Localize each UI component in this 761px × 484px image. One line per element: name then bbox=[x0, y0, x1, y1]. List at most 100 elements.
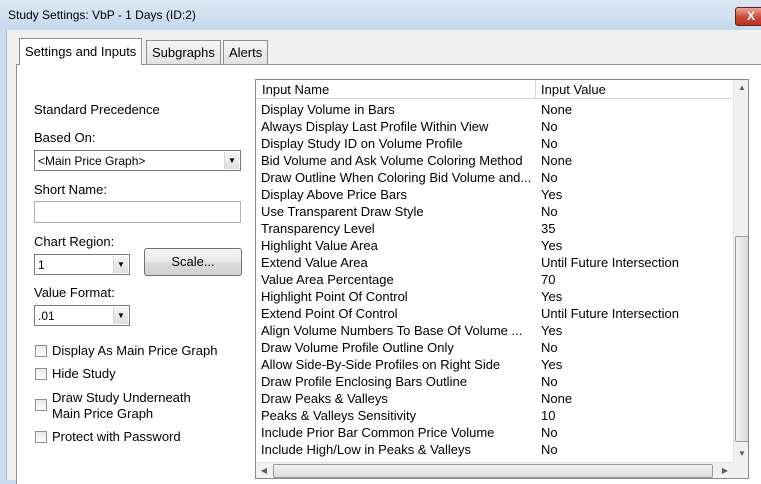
input-name: Transparency Level bbox=[261, 221, 375, 236]
table-row[interactable]: Allow Side-By-Side Profiles on Right Sid… bbox=[256, 356, 732, 373]
input-name: Use Transparent Draw Style bbox=[261, 204, 424, 219]
vertical-scrollbar[interactable]: ▲ ▼ bbox=[733, 80, 748, 462]
table-row[interactable]: Draw Profile Enclosing Bars Outline No bbox=[256, 373, 732, 390]
table-row[interactable]: Always Display Last Profile Within View N… bbox=[256, 118, 732, 135]
window-title: Study Settings: VbP - 1 Days (ID:2) bbox=[8, 8, 196, 22]
table-row[interactable]: Peaks & Valleys Sensitivity 10 bbox=[256, 407, 732, 424]
table-row[interactable]: Include Prior Bar Common Price Volume No bbox=[256, 424, 732, 441]
grid-header: Input Name Input Value bbox=[256, 80, 732, 99]
scroll-right-arrow-icon[interactable]: ▶ bbox=[717, 463, 733, 478]
scroll-left-arrow-icon[interactable]: ◀ bbox=[256, 463, 272, 478]
table-row[interactable]: Display Study ID on Volume Profile No bbox=[256, 135, 732, 152]
input-value[interactable]: No bbox=[541, 119, 558, 134]
table-row[interactable]: Include High/Low in Peaks & Valleys No bbox=[256, 441, 732, 458]
input-name: Allow Side-By-Side Profiles on Right Sid… bbox=[261, 357, 501, 372]
input-value[interactable]: No bbox=[541, 204, 558, 219]
draw-study-underneath-checkbox[interactable] bbox=[35, 399, 47, 411]
input-value[interactable]: None bbox=[541, 102, 572, 117]
tab-subgraphs[interactable]: Subgraphs bbox=[146, 40, 221, 64]
input-value[interactable]: None bbox=[541, 153, 572, 168]
input-value[interactable]: None bbox=[541, 391, 572, 406]
input-value[interactable]: No bbox=[541, 340, 558, 355]
input-name: Peaks & Valleys Sensitivity bbox=[261, 408, 417, 423]
input-name: Include High/Low in Peaks & Valleys bbox=[261, 442, 472, 457]
table-row[interactable]: Highlight Point Of Control Yes bbox=[256, 288, 732, 305]
horizontal-scrollbar[interactable]: ◀ ▶ bbox=[256, 462, 733, 478]
draw-study-underneath-label: Draw Study Underneath bbox=[52, 390, 191, 405]
table-row[interactable]: Draw Peaks & Valleys None bbox=[256, 390, 732, 407]
table-row[interactable]: Draw Outline When Coloring Bid Volume an… bbox=[256, 169, 732, 186]
input-value[interactable]: Until Future Intersection bbox=[541, 255, 679, 270]
horizontal-scroll-thumb[interactable] bbox=[273, 464, 713, 478]
hide-study-checkbox[interactable] bbox=[35, 368, 47, 380]
inputs-grid[interactable]: Input Name Input Value Display Volume in… bbox=[255, 79, 749, 479]
display-as-main-price-graph-label: Display As Main Price Graph bbox=[52, 343, 218, 358]
input-value[interactable]: Yes bbox=[541, 323, 562, 338]
input-value[interactable]: 35 bbox=[541, 221, 555, 236]
table-row[interactable]: Highlight Value Area Yes bbox=[256, 237, 732, 254]
input-value[interactable]: No bbox=[541, 442, 558, 457]
input-name: Extend Point Of Control bbox=[261, 306, 398, 321]
based-on-value: <Main Price Graph> bbox=[38, 154, 146, 168]
input-value[interactable]: Yes bbox=[541, 238, 562, 253]
value-format-value: .01 bbox=[38, 309, 55, 323]
short-name-input[interactable] bbox=[34, 201, 241, 223]
input-value[interactable]: 10 bbox=[541, 408, 555, 423]
vertical-scroll-thumb[interactable] bbox=[735, 236, 748, 442]
input-name: Display Above Price Bars bbox=[261, 187, 407, 202]
input-name: Extend Value Area bbox=[261, 255, 368, 270]
input-name: Always Display Last Profile Within View bbox=[261, 119, 489, 134]
scroll-up-arrow-icon[interactable]: ▲ bbox=[734, 80, 748, 96]
protect-with-password-checkbox[interactable] bbox=[35, 431, 47, 443]
based-on-select[interactable]: <Main Price Graph> ▼ bbox=[34, 150, 241, 171]
chevron-down-icon: ▼ bbox=[113, 256, 128, 273]
input-value[interactable]: 70 bbox=[541, 272, 555, 287]
title-bar: Study Settings: VbP - 1 Days (ID:2) X bbox=[0, 0, 761, 30]
table-row[interactable]: Extend Point Of Control Until Future Inte… bbox=[256, 305, 732, 322]
input-name: Draw Outline When Coloring Bid Volume an… bbox=[261, 170, 532, 185]
dialog-body: Settings and Inputs Subgraphs Alerts Sta… bbox=[6, 30, 761, 484]
tab-alerts[interactable]: Alerts bbox=[223, 40, 269, 64]
table-row[interactable]: Extend Value Area Until Future Intersecti… bbox=[256, 254, 732, 271]
tab-settings-and-inputs[interactable]: Settings and Inputs bbox=[19, 38, 143, 65]
input-value[interactable]: Yes bbox=[541, 357, 562, 372]
input-value[interactable]: No bbox=[541, 170, 558, 185]
input-value[interactable]: Until Future Intersection bbox=[541, 306, 679, 321]
input-value[interactable]: No bbox=[541, 374, 558, 389]
table-row[interactable]: Align Volume Numbers To Base Of Volume .… bbox=[256, 322, 732, 339]
table-row[interactable]: Bid Volume and Ask Volume Coloring Metho… bbox=[256, 152, 732, 169]
value-format-select[interactable]: .01 ▼ bbox=[34, 305, 130, 326]
input-value[interactable]: Yes bbox=[541, 289, 562, 304]
chart-region-value: 1 bbox=[38, 258, 45, 272]
table-row[interactable]: Use Transparent Draw Style No bbox=[256, 203, 732, 220]
input-name: Draw Profile Enclosing Bars Outline bbox=[261, 374, 467, 389]
chevron-down-icon: ▼ bbox=[113, 307, 128, 324]
chart-region-select[interactable]: 1 ▼ bbox=[34, 254, 130, 275]
column-divider[interactable] bbox=[535, 80, 536, 99]
table-row[interactable]: Display Above Price Bars Yes bbox=[256, 186, 732, 203]
value-format-label: Value Format: bbox=[34, 285, 115, 300]
input-name: Draw Peaks & Valleys bbox=[261, 391, 388, 406]
scale-button[interactable]: Scale... bbox=[144, 248, 242, 276]
standard-precedence-label: Standard Precedence bbox=[34, 102, 160, 117]
input-name: Highlight Value Area bbox=[261, 238, 378, 253]
display-as-main-price-graph-checkbox[interactable] bbox=[35, 345, 47, 357]
input-name: Display Volume in Bars bbox=[261, 102, 395, 117]
protect-with-password-label: Protect with Password bbox=[52, 429, 181, 444]
input-value[interactable]: No bbox=[541, 425, 558, 440]
input-value[interactable]: Yes bbox=[541, 187, 562, 202]
chevron-down-icon: ▼ bbox=[224, 152, 239, 169]
table-row[interactable]: Draw Volume Profile Outline Only No bbox=[256, 339, 732, 356]
table-row[interactable]: Value Area Percentage 70 bbox=[256, 271, 732, 288]
column-header-input-name[interactable]: Input Name bbox=[262, 82, 329, 97]
scrollbar-corner bbox=[733, 462, 748, 478]
scroll-down-arrow-icon[interactable]: ▼ bbox=[734, 446, 748, 462]
table-row[interactable]: Display Volume in Bars None bbox=[256, 101, 732, 118]
input-name: Include Prior Bar Common Price Volume bbox=[261, 425, 495, 440]
table-row[interactable]: Transparency Level 35 bbox=[256, 220, 732, 237]
input-name: Value Area Percentage bbox=[261, 272, 394, 287]
input-value[interactable]: No bbox=[541, 136, 558, 151]
close-button[interactable]: X bbox=[735, 7, 761, 26]
input-name: Highlight Point Of Control bbox=[261, 289, 408, 304]
column-header-input-value[interactable]: Input Value bbox=[541, 82, 606, 97]
